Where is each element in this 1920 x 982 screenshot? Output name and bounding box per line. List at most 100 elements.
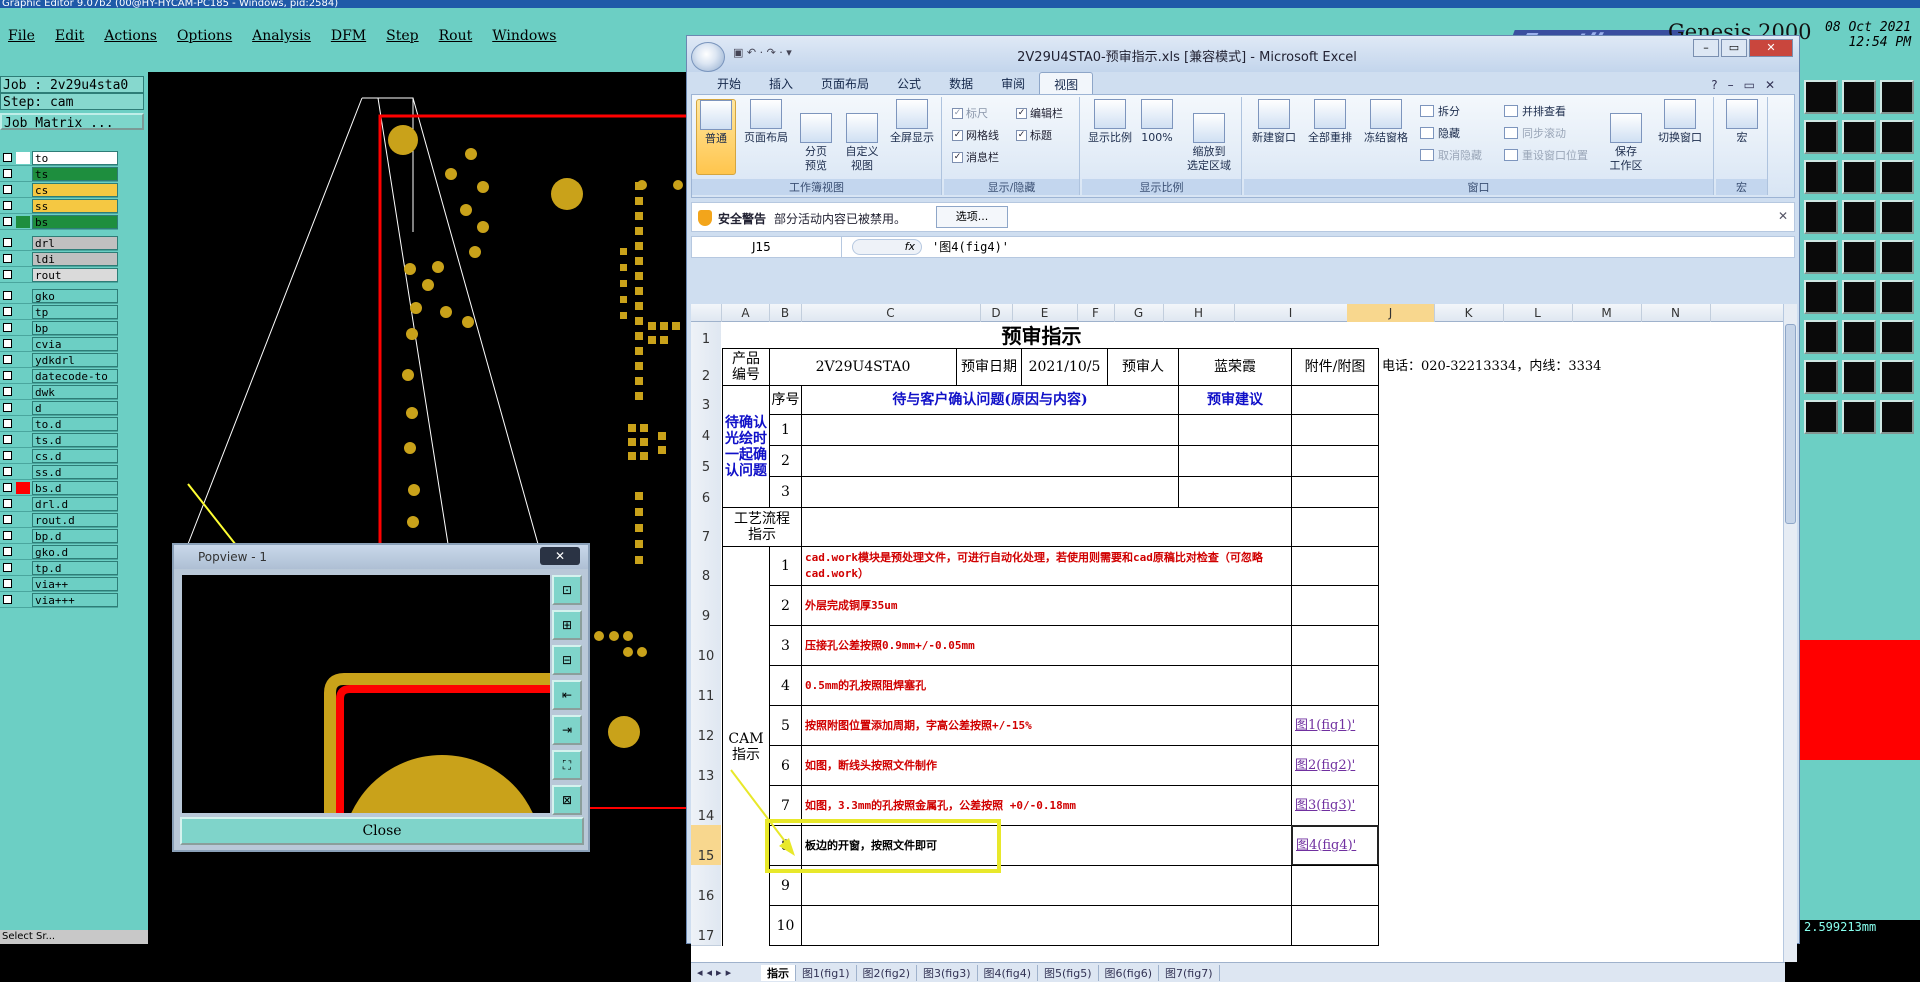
row-header-14[interactable]: 14 bbox=[691, 785, 721, 826]
zoom-100-button[interactable]: 100% bbox=[1138, 99, 1176, 145]
cell-reviewer-label[interactable]: 预审人 bbox=[1107, 348, 1179, 386]
column-header-C[interactable]: C bbox=[801, 304, 981, 322]
sheet-nav-icon[interactable]: ◂◂▸▸ bbox=[691, 966, 761, 979]
zoom-button[interactable]: 显示比例 bbox=[1086, 99, 1134, 145]
layer-checkbox[interactable] bbox=[3, 355, 12, 364]
popview-close-icon[interactable]: ✕ bbox=[540, 547, 580, 565]
layer-row-ss[interactable]: ss bbox=[0, 198, 118, 214]
ribbon-tab-4[interactable]: 数据 bbox=[935, 72, 987, 94]
layer-checkbox[interactable] bbox=[3, 291, 12, 300]
cell-j5[interactable] bbox=[1291, 445, 1379, 477]
layer-checkbox[interactable] bbox=[3, 419, 12, 428]
sheet-tab-3[interactable]: 图3(fig3) bbox=[917, 964, 978, 981]
link-fig2[interactable]: 图2(fig2)' bbox=[1291, 745, 1379, 786]
layer-checkbox[interactable] bbox=[3, 254, 12, 263]
layer-checkbox[interactable] bbox=[3, 515, 12, 524]
layer-name[interactable]: ss bbox=[32, 198, 118, 213]
cell-instr-8[interactable]: 板边的开窗，按照文件即可 bbox=[801, 825, 1292, 866]
zoom-home-icon[interactable]: ⊠ bbox=[552, 785, 582, 815]
cell-j4[interactable] bbox=[1291, 414, 1379, 446]
redo-tool-icon[interactable] bbox=[1880, 360, 1914, 394]
layer-row-gko-d[interactable]: gko.d bbox=[0, 544, 118, 560]
column-header-N[interactable]: N bbox=[1641, 304, 1711, 322]
layer-name[interactable]: bp bbox=[32, 320, 118, 335]
cell-c7[interactable] bbox=[801, 507, 1292, 547]
measure-tool-icon[interactable] bbox=[1880, 200, 1914, 234]
cell-pending-2[interactable]: 2 bbox=[769, 445, 802, 477]
layer-row-datecode-to[interactable]: datecode-to bbox=[0, 368, 118, 384]
menu-step[interactable]: Step bbox=[386, 28, 418, 56]
cell-advice-header[interactable]: 预审建议 bbox=[1178, 385, 1292, 415]
maximize-icon[interactable]: ▭ bbox=[1721, 39, 1747, 57]
cell-pending-3[interactable]: 3 bbox=[769, 476, 802, 508]
layer-name[interactable]: cs.d bbox=[32, 448, 118, 463]
undo-tool-icon[interactable] bbox=[1842, 360, 1876, 394]
layer-name[interactable]: drl bbox=[32, 235, 118, 250]
line-tool-icon[interactable] bbox=[1804, 240, 1838, 274]
menu-dfm[interactable]: DFM bbox=[331, 28, 366, 56]
layer-row-via--[interactable]: via++ bbox=[0, 576, 118, 592]
job-matrix-button[interactable]: Job Matrix ... bbox=[0, 113, 144, 131]
cell-j16[interactable] bbox=[1291, 865, 1379, 906]
gridlines-checkbox[interactable]: ✓ 网格线 bbox=[952, 127, 999, 143]
options-button[interactable]: 选项... bbox=[936, 206, 1008, 228]
layer-checkbox[interactable] bbox=[3, 435, 12, 444]
cell-j11[interactable] bbox=[1291, 665, 1379, 706]
layer-name[interactable]: d bbox=[32, 400, 118, 415]
minimize-icon[interactable]: – bbox=[1693, 39, 1719, 57]
connect-tool-icon[interactable] bbox=[1842, 200, 1876, 234]
layer-row-to-d[interactable]: to.d bbox=[0, 416, 118, 432]
sheet-tab-0[interactable]: 指示 bbox=[761, 964, 796, 981]
cell-c17[interactable] bbox=[801, 905, 1292, 946]
save-workspace-button[interactable]: 保存 工作区 bbox=[1604, 99, 1648, 173]
cell-prod-no-label[interactable]: 产品 编号 bbox=[722, 348, 770, 386]
ribbon-tab-6[interactable]: 视图 bbox=[1039, 72, 1094, 94]
cell-cam-label[interactable]: CAM 指示 bbox=[722, 546, 770, 946]
menu-windows[interactable]: Windows bbox=[492, 28, 556, 56]
cell-instr-5[interactable]: 按照附图位置添加周期，字高公差按照+/-15% bbox=[801, 705, 1292, 746]
cell-instr-3[interactable]: 压接孔公差按照0.9mm+/-0.05mm bbox=[801, 625, 1292, 666]
vertical-scrollbar[interactable] bbox=[1783, 304, 1797, 962]
layer-checkbox[interactable] bbox=[3, 153, 12, 162]
select-all-corner[interactable] bbox=[691, 304, 722, 322]
sheet-tab-7[interactable]: 图7(fig7) bbox=[1159, 964, 1220, 981]
layer-name[interactable]: ldi bbox=[32, 251, 118, 266]
row-header-12[interactable]: 12 bbox=[691, 705, 721, 746]
cell-pending-label[interactable]: 待确认 光绘时 一起确 认问题 bbox=[722, 385, 770, 508]
cell-cam-8[interactable]: 8 bbox=[769, 825, 802, 866]
zoom-fit-icon[interactable]: ⊡ bbox=[552, 575, 582, 605]
zoom-area-icon[interactable]: ⛶ bbox=[552, 750, 582, 780]
sheet-tab-4[interactable]: 图4(fig4) bbox=[978, 964, 1038, 981]
row-header-15[interactable]: 15 bbox=[691, 825, 721, 866]
column-header-M[interactable]: M bbox=[1572, 304, 1642, 322]
menu-options[interactable]: Options bbox=[177, 28, 232, 56]
layer-name[interactable]: to.d bbox=[32, 416, 118, 431]
layer-name[interactable]: ss.d bbox=[32, 464, 118, 479]
zoom-out-icon[interactable]: ⊟ bbox=[552, 645, 582, 675]
layer-checkbox[interactable] bbox=[3, 270, 12, 279]
layer-checkbox[interactable] bbox=[3, 323, 12, 332]
column-header-F[interactable]: F bbox=[1077, 304, 1115, 322]
snap-tool-icon[interactable] bbox=[1804, 320, 1838, 354]
cell-cam-6[interactable]: 6 bbox=[769, 745, 802, 786]
layer-row-drl-d[interactable]: drl.d bbox=[0, 496, 118, 512]
layer-row-ldi[interactable]: ldi bbox=[0, 251, 118, 267]
cell-seq-label[interactable]: 序号 bbox=[769, 385, 802, 415]
cell-j6[interactable] bbox=[1291, 476, 1379, 508]
cell-title[interactable]: 预审指示 bbox=[722, 322, 1361, 349]
layer-checkbox[interactable] bbox=[3, 579, 12, 588]
layer-name[interactable]: dwk bbox=[32, 384, 118, 399]
grid-tool-icon[interactable] bbox=[1842, 320, 1876, 354]
layer-checkbox[interactable] bbox=[3, 169, 12, 178]
layer-checkbox[interactable] bbox=[3, 563, 12, 572]
layer-row-tp-d[interactable]: tp.d bbox=[0, 560, 118, 576]
layer-checkbox[interactable] bbox=[3, 201, 12, 210]
home-tool-icon[interactable] bbox=[1842, 80, 1876, 114]
row-header-1[interactable]: 1 bbox=[691, 322, 721, 349]
worksheet-grid[interactable]: ABCDEFGHIJKLMN 1 2 3 4 5 6 7 8 9 10 11 12 13 14 15 16 17… bbox=[691, 304, 1785, 962]
reset-position-button[interactable]: 重设窗口位置 bbox=[1504, 147, 1588, 163]
wb-restore-icon[interactable]: ▭ bbox=[1744, 78, 1755, 92]
layer-checkbox[interactable] bbox=[3, 499, 12, 508]
layer-name[interactable]: bp.d bbox=[32, 528, 118, 543]
layer-row-bp[interactable]: bp bbox=[0, 320, 118, 336]
